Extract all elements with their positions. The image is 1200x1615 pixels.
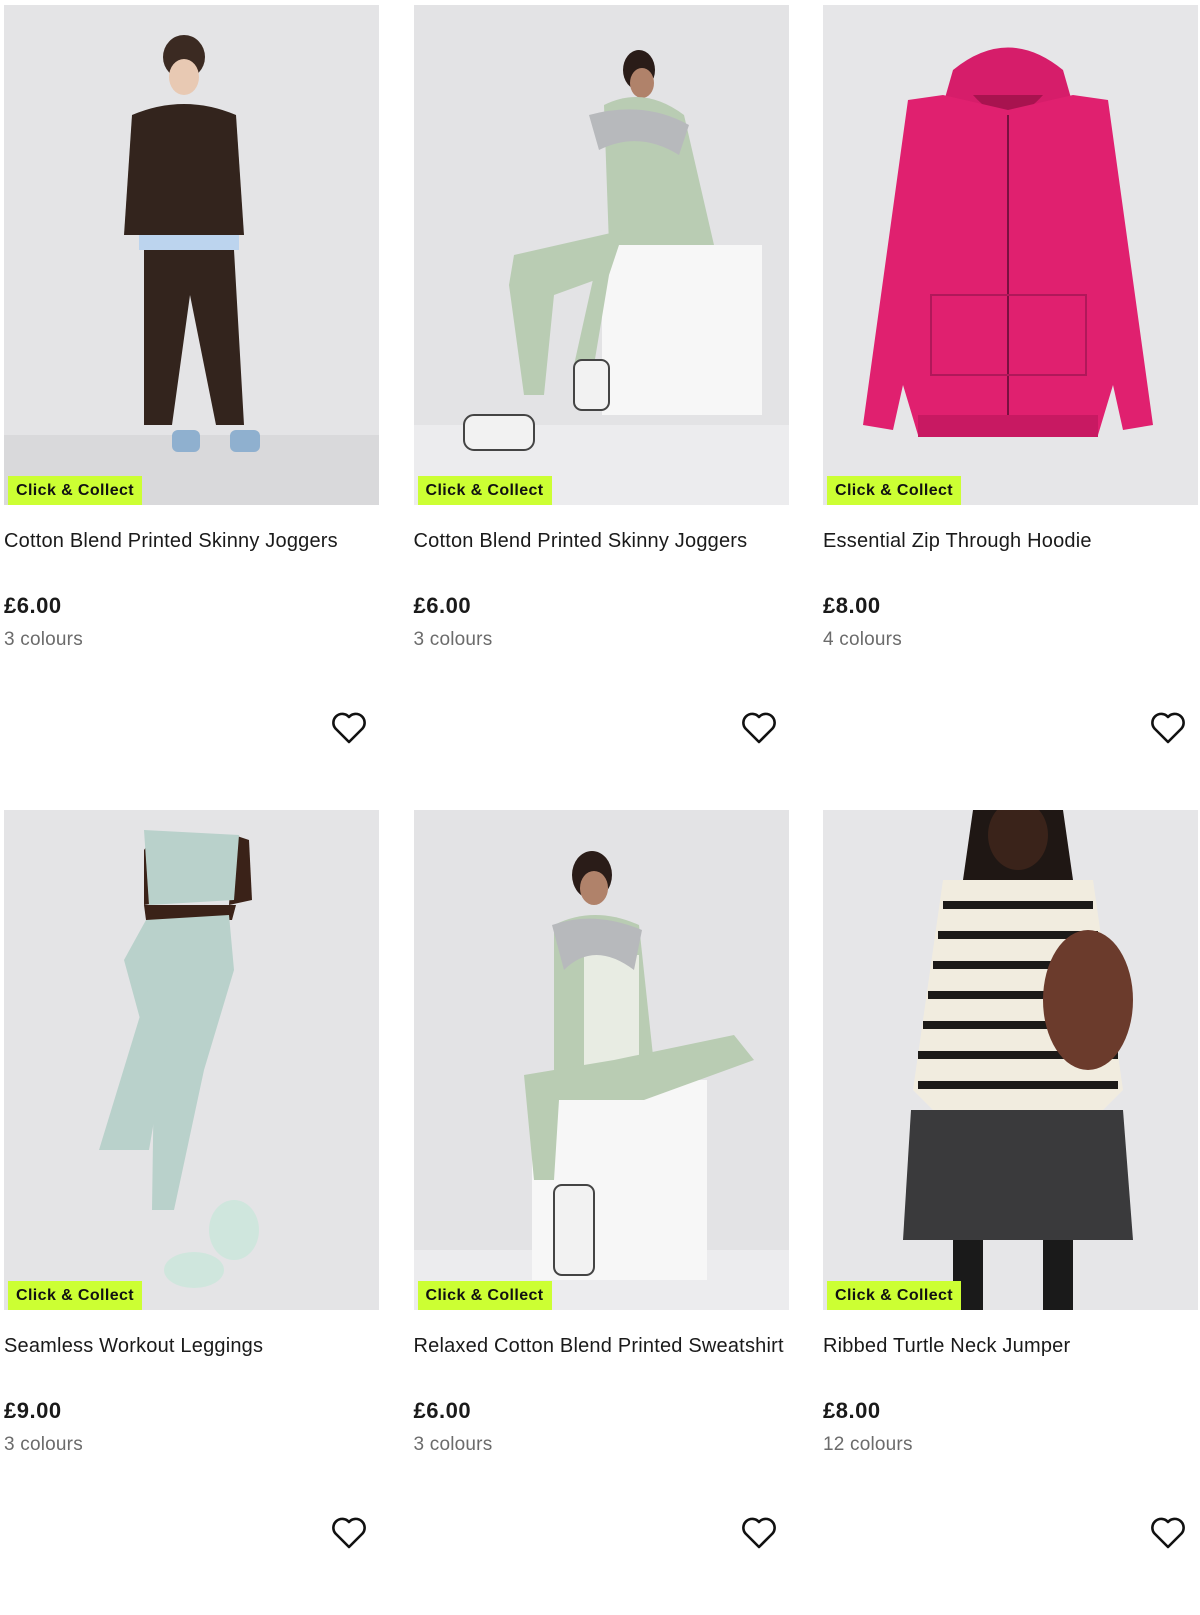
product-image[interactable]: Click & Collect — [4, 5, 379, 505]
product-title[interactable]: Ribbed Turtle Neck Jumper — [823, 1332, 1198, 1390]
product-image[interactable]: Click & Collect — [4, 810, 379, 1310]
product-colours: 3 colours — [4, 629, 83, 650]
click-collect-badge: Click & Collect — [417, 1281, 552, 1310]
product-card[interactable]: Click & Collect Cotton Blend Printed Ski… — [4, 5, 379, 810]
click-collect-badge: Click & Collect — [8, 1281, 143, 1310]
product-card[interactable]: Click & Collect Essential Zip Through Ho… — [823, 5, 1198, 810]
product-price: £9.00 — [4, 1398, 62, 1423]
heart-outline-icon[interactable] — [1150, 711, 1186, 745]
product-colours: 3 colours — [4, 1434, 83, 1455]
product-card[interactable]: Click & Collect Cotton Blend Printed Ski… — [413, 5, 789, 810]
click-collect-badge: Click & Collect — [827, 476, 962, 505]
product-grid: Click & Collect Cotton Blend Printed Ski… — [4, 5, 1198, 1615]
heart-outline-icon[interactable] — [331, 1516, 367, 1550]
product-title[interactable]: Essential Zip Through Hoodie — [823, 527, 1198, 585]
click-collect-badge: Click & Collect — [417, 476, 552, 505]
product-title[interactable]: Relaxed Cotton Blend Printed Sweatshirt — [414, 1332, 789, 1390]
product-card[interactable]: Click & Collect Ribbed Turtle Neck Jumpe… — [823, 810, 1198, 1615]
product-image[interactable]: Click & Collect — [823, 810, 1198, 1310]
product-colours: 3 colours — [413, 1434, 493, 1455]
product-price: £6.00 — [4, 593, 62, 618]
product-image[interactable]: Click & Collect — [413, 5, 789, 505]
heart-outline-icon[interactable] — [1150, 1516, 1186, 1550]
heart-outline-icon[interactable] — [741, 711, 777, 745]
product-price: £6.00 — [413, 1398, 472, 1423]
product-title[interactable]: Cotton Blend Printed Skinny Joggers — [414, 527, 789, 585]
product-colours: 12 colours — [823, 1434, 913, 1455]
product-card[interactable]: Click & Collect Relaxed Cotton Blend Pri… — [413, 810, 789, 1615]
product-colours: 4 colours — [823, 629, 902, 650]
product-price: £8.00 — [823, 593, 881, 618]
click-collect-badge: Click & Collect — [8, 476, 143, 505]
product-price: £8.00 — [823, 1398, 881, 1423]
product-colours: 3 colours — [413, 629, 493, 650]
click-collect-badge: Click & Collect — [827, 1281, 962, 1310]
product-title[interactable]: Cotton Blend Printed Skinny Joggers — [4, 527, 379, 585]
product-price: £6.00 — [413, 593, 472, 618]
product-title[interactable]: Seamless Workout Leggings — [4, 1332, 379, 1390]
product-image[interactable]: Click & Collect — [823, 5, 1198, 505]
product-image[interactable]: Click & Collect — [413, 810, 789, 1310]
heart-outline-icon[interactable] — [331, 711, 367, 745]
product-card[interactable]: Click & Collect Seamless Workout Legging… — [4, 810, 379, 1615]
heart-outline-icon[interactable] — [741, 1516, 777, 1550]
